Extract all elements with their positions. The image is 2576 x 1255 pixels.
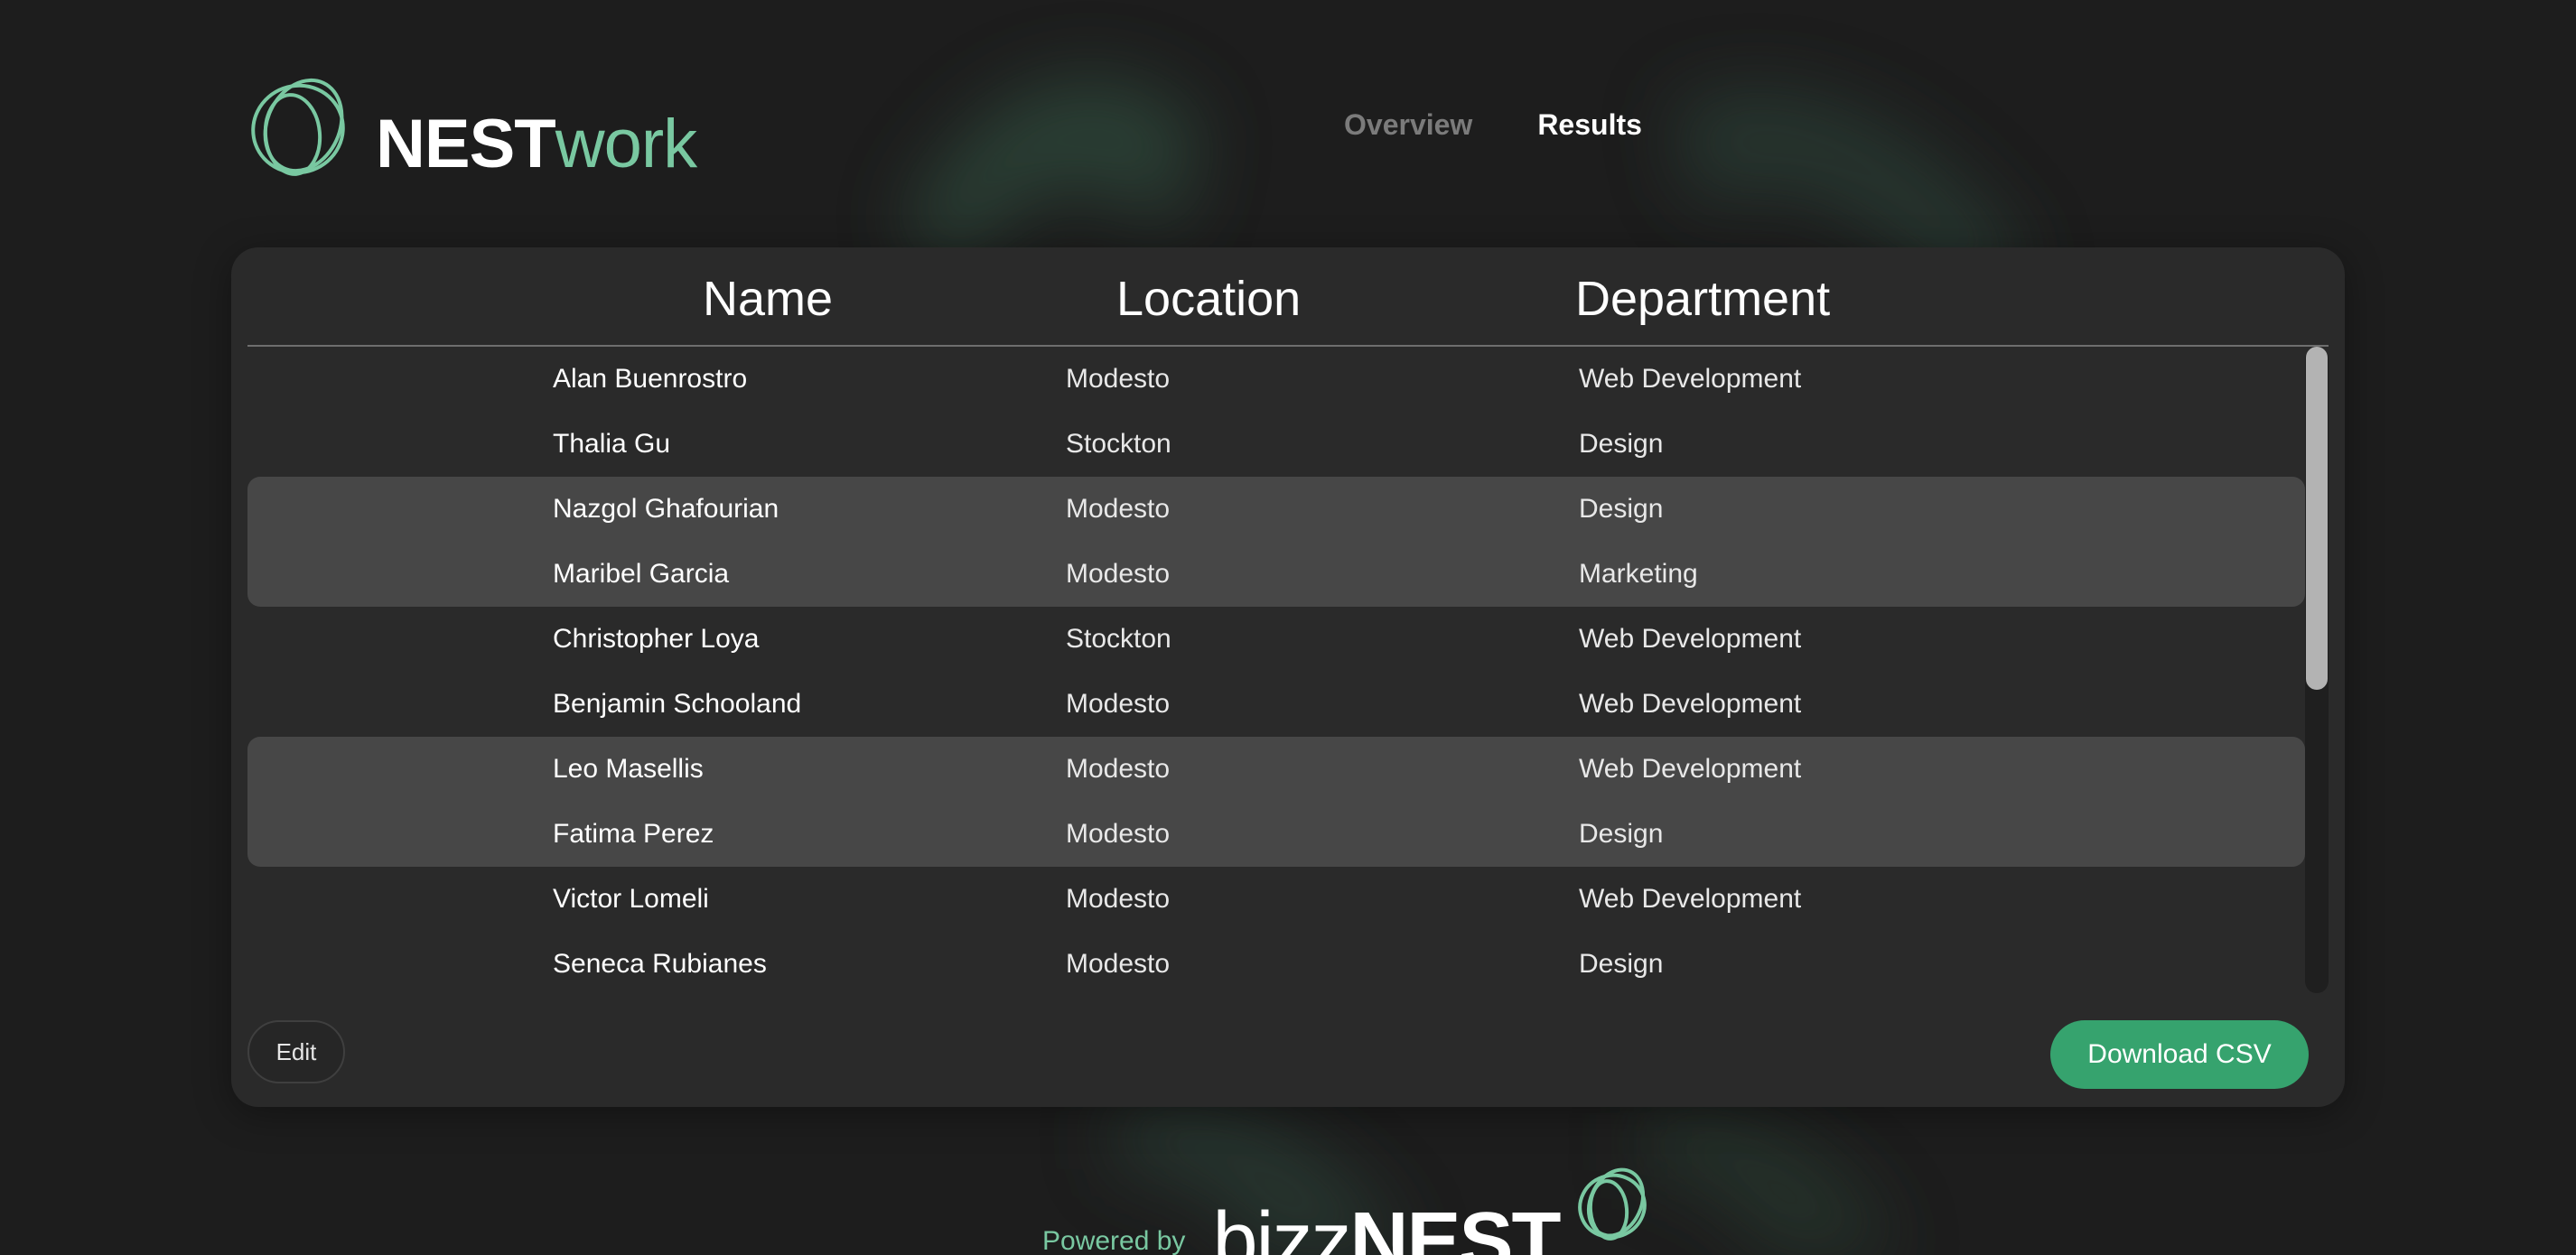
cell-location: Modesto — [1066, 689, 1171, 719]
table-row[interactable]: Alan Buenrostro Modesto Web Development — [247, 347, 2305, 412]
table-row[interactable]: Seneca Rubianes Modesto Design — [247, 932, 2305, 993]
cell-name: Leo Masellis — [553, 754, 704, 784]
cell-name: Nazgol Ghafourian — [553, 494, 779, 524]
bizznest-light: bizz — [1212, 1196, 1351, 1255]
table-row[interactable]: Thalia Gu Stockton Design — [247, 412, 2305, 477]
cell-name: Alan Buenrostro — [553, 364, 748, 394]
brand-primary: NEST — [376, 106, 556, 182]
powered-by-label: Powered by — [1042, 1226, 1186, 1255]
cell-location: Modesto — [1066, 884, 1171, 914]
download-csv-button[interactable]: Download CSV — [2050, 1020, 2309, 1089]
cell-name: Christopher Loya — [553, 624, 760, 654]
cell-name: Seneca Rubianes — [553, 949, 767, 979]
tab-results[interactable]: Results — [1537, 108, 1642, 142]
app-logo[interactable]: NESTwork — [246, 72, 697, 190]
bizznest-wordmark[interactable]: bizzNEST — [1212, 1201, 1561, 1255]
cell-location: Modesto — [1066, 494, 1171, 524]
cell-location: Modesto — [1066, 754, 1171, 784]
cell-name: Fatima Perez — [553, 819, 714, 849]
cell-department: Design — [1579, 819, 1664, 849]
nest-scribble-logo-icon — [251, 78, 345, 176]
table-row[interactable]: Leo Masellis Modesto Web Development — [247, 737, 2305, 802]
edit-button[interactable]: Edit — [247, 1020, 345, 1083]
cell-name: Benjamin Schooland — [553, 689, 802, 719]
cell-location: Stockton — [1066, 429, 1171, 459]
brand-secondary: work — [555, 106, 697, 182]
column-header-location[interactable]: Location — [1116, 274, 1301, 323]
page: NESTwork Overview Results Name Location … — [0, 0, 2576, 1255]
cell-department: Web Development — [1579, 624, 1802, 654]
app-wordmark: NESTwork — [376, 110, 697, 179]
cell-department: Web Development — [1579, 884, 1802, 914]
cell-department: Design — [1579, 949, 1664, 979]
table-body: Alan Buenrostro Modesto Web Development … — [247, 347, 2305, 993]
bizznest-bold: NEST — [1349, 1196, 1562, 1255]
cell-name: Victor Lomeli — [553, 884, 709, 914]
bizznest-logo-icon — [1577, 1167, 1647, 1241]
cell-location: Modesto — [1066, 364, 1171, 394]
cell-department: Design — [1579, 494, 1664, 524]
table-scrollbar-thumb[interactable] — [2306, 347, 2328, 690]
footer: Powered by bizzNEST — [1042, 1167, 1654, 1255]
table-row[interactable]: Maribel Garcia Modesto Marketing — [247, 542, 2305, 607]
column-header-name[interactable]: Name — [703, 274, 833, 323]
cell-name: Maribel Garcia — [553, 559, 730, 589]
cell-department: Web Development — [1579, 364, 1802, 394]
cell-name: Thalia Gu — [553, 429, 671, 459]
cell-location: Modesto — [1066, 819, 1171, 849]
column-header-department[interactable]: Department — [1575, 274, 1830, 323]
cell-department: Web Development — [1579, 689, 1802, 719]
table-row[interactable]: Benjamin Schooland Modesto Web Developme… — [247, 672, 2305, 737]
cell-department: Web Development — [1579, 754, 1802, 784]
cell-department: Marketing — [1579, 559, 1698, 589]
table-row[interactable]: Fatima Perez Modesto Design — [247, 802, 2305, 867]
table-row[interactable]: Victor Lomeli Modesto Web Development — [247, 867, 2305, 932]
table-header: Name Location Department — [247, 247, 2329, 347]
top-nav: Overview Results — [1344, 108, 1642, 142]
cell-location: Modesto — [1066, 559, 1171, 589]
table-row[interactable]: Christopher Loya Stockton Web Developmen… — [247, 607, 2305, 672]
results-card: Name Location Department Alan Buenrostro… — [231, 247, 2345, 1107]
cell-location: Modesto — [1066, 949, 1171, 979]
table-row[interactable]: Nazgol Ghafourian Modesto Design — [247, 477, 2305, 542]
cell-department: Design — [1579, 429, 1664, 459]
cell-location: Stockton — [1066, 624, 1171, 654]
tab-overview[interactable]: Overview — [1344, 108, 1472, 142]
